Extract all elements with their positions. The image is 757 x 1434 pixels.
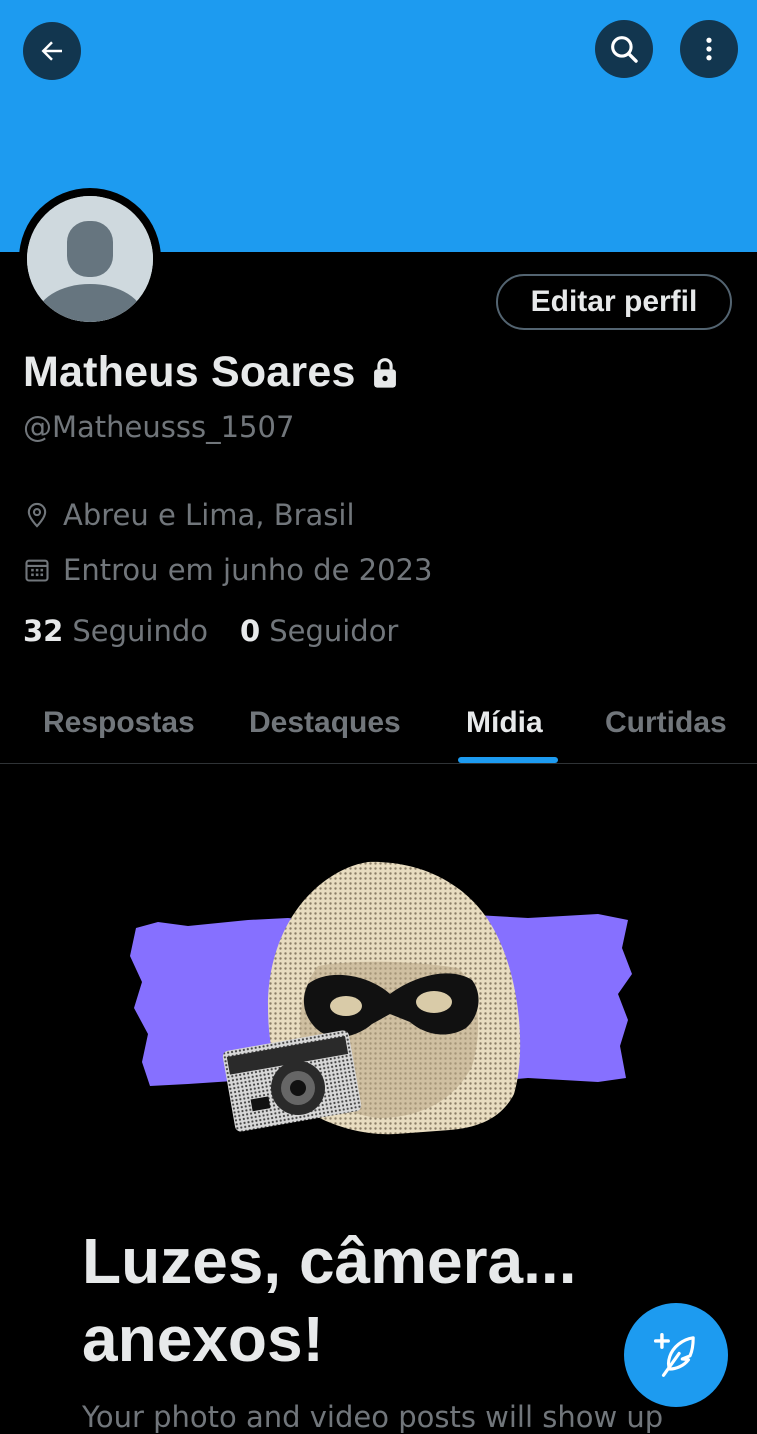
tab-respostas[interactable]: Respostas (43, 706, 195, 740)
calendar-icon (25, 559, 49, 582)
avatar-frame (19, 188, 161, 330)
display-name: Matheus Soares (23, 348, 356, 396)
followers-count: 0 (240, 614, 261, 648)
search-icon (611, 36, 638, 63)
lock-icon (373, 357, 396, 388)
join-date-row: Entrou em junho de 2023 (23, 553, 432, 587)
search-button[interactable] (595, 20, 653, 78)
compose-post-button[interactable] (624, 1303, 728, 1407)
active-tab-indicator (458, 757, 558, 763)
compose-feather-icon (653, 1332, 695, 1377)
following-count: 32 (23, 614, 64, 648)
following-label: Seguindo (72, 614, 208, 648)
arrow-left-icon (41, 41, 62, 61)
user-handle: @Matheusss_1507 (23, 410, 295, 444)
followers-label: Seguidor (269, 614, 399, 648)
profile-name-row: Matheus Soares (23, 348, 400, 397)
more-options-button[interactable] (680, 20, 738, 78)
more-vertical-icon (706, 37, 712, 61)
back-button[interactable] (23, 22, 81, 80)
following-link[interactable]: 32 Seguindo (23, 614, 208, 648)
tab-midia[interactable]: Mídia (466, 706, 543, 740)
join-date-text: Entrou em junho de 2023 (63, 553, 433, 587)
edit-profile-button[interactable]: Editar perfil (496, 274, 732, 330)
location-pin-icon (27, 502, 47, 528)
tab-curtidas[interactable]: Curtidas (605, 706, 727, 740)
location-text: Abreu e Lima, Brasil (63, 498, 355, 532)
default-avatar-icon (27, 196, 153, 322)
media-empty-illustration (130, 861, 632, 1135)
location-row: Abreu e Lima, Brasil (23, 498, 355, 532)
follow-stats: 32 Seguindo 0 Seguidor (23, 614, 398, 648)
followers-link[interactable]: 0 Seguidor (240, 614, 398, 648)
avatar[interactable] (27, 196, 153, 322)
tab-destaques[interactable]: Destaques (249, 706, 401, 740)
profile-tabs: Respostas Destaques Mídia Curtidas (0, 690, 757, 764)
empty-state-title: Luzes, câmera... anexos! (82, 1225, 577, 1375)
empty-state-subtitle: Your photo and video posts will show up (82, 1400, 664, 1434)
